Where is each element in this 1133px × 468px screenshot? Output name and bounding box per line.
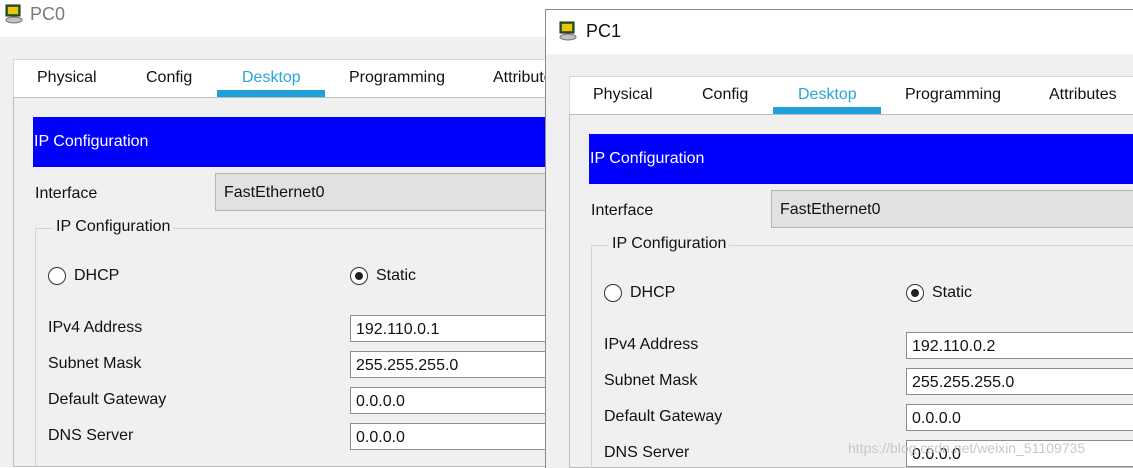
pc-icon <box>4 3 26 25</box>
tab-config[interactable]: Config <box>702 86 748 104</box>
static-radio[interactable] <box>350 267 368 285</box>
dhcp-radio[interactable] <box>604 284 622 302</box>
subnet-mask-input[interactable]: 255.255.255.0 <box>906 368 1133 395</box>
tab-desktop[interactable]: Desktop <box>798 86 857 104</box>
group-title: IP Configuration <box>53 218 174 236</box>
interface-select[interactable]: FastEthernet0 <box>771 190 1133 228</box>
tab-bar: Physical Config Desktop Programming Attr… <box>569 76 1133 115</box>
tab-config[interactable]: Config <box>146 69 192 87</box>
ipv4-address-input[interactable]: 192.110.0.1 <box>350 315 560 342</box>
desktop-content: IP Configuration Interface FastEthernet0… <box>13 97 560 467</box>
ipv4-address-label: IPv4 Address <box>48 319 143 336</box>
pc1-window: PC1 Physical Config Desktop Programming … <box>545 9 1133 468</box>
default-gateway-input[interactable]: 0.0.0.0 <box>350 387 560 414</box>
subnet-mask-label: Subnet Mask <box>604 372 698 389</box>
pc-icon <box>558 20 580 42</box>
tab-attributes[interactable]: Attributes <box>1049 86 1117 104</box>
interface-select[interactable]: FastEthernet0 <box>215 173 560 211</box>
tab-desktop[interactable]: Desktop <box>242 69 301 87</box>
window-title: PC0 <box>30 4 66 24</box>
ip-configuration-group: IP Configuration DHCP Static IPv4 Addres… <box>35 218 560 467</box>
tab-bar: Physical Config Desktop Programming Attr… <box>13 59 560 98</box>
static-option[interactable]: Static <box>350 267 416 285</box>
ipv4-address-label: IPv4 Address <box>604 336 699 353</box>
ip-configuration-banner: IP Configuration <box>33 117 560 167</box>
dhcp-label: DHCP <box>630 284 676 301</box>
default-gateway-label: Default Gateway <box>48 391 167 408</box>
window-title: PC1 <box>586 21 622 41</box>
tab-programming[interactable]: Programming <box>349 69 445 87</box>
static-label: Static <box>932 284 973 301</box>
subnet-mask-label: Subnet Mask <box>48 355 142 372</box>
default-gateway-input[interactable]: 0.0.0.0 <box>906 404 1133 431</box>
ip-configuration-banner: IP Configuration <box>589 134 1133 184</box>
subnet-mask-input[interactable]: 255.255.255.0 <box>350 351 560 378</box>
dhcp-option[interactable]: DHCP <box>604 284 675 302</box>
static-radio[interactable] <box>906 284 924 302</box>
dhcp-radio[interactable] <box>48 267 66 285</box>
dhcp-option[interactable]: DHCP <box>48 267 119 285</box>
interface-label: Interface <box>591 202 654 219</box>
dns-server-input[interactable]: 0.0.0.0 <box>350 423 560 450</box>
tab-programming[interactable]: Programming <box>905 86 1001 104</box>
tab-physical[interactable]: Physical <box>593 86 653 104</box>
pc1-titlebar: PC1 <box>546 10 1133 54</box>
default-gateway-label: Default Gateway <box>604 408 723 425</box>
dns-server-label: DNS Server <box>604 444 690 461</box>
static-option[interactable]: Static <box>906 284 972 302</box>
ip-configuration-group: IP Configuration DHCP Static IPv4 Addres… <box>591 235 1133 468</box>
dns-server-label: DNS Server <box>48 427 134 444</box>
pc0-window: PC0 Physical Config Desktop Programming … <box>0 0 560 467</box>
static-label: Static <box>376 267 417 284</box>
desktop-content: IP Configuration Interface FastEthernet0… <box>569 114 1133 468</box>
tab-physical[interactable]: Physical <box>37 69 97 87</box>
ipv4-address-input[interactable]: 192.110.0.2 <box>906 332 1133 359</box>
watermark: https://blog.csdn.net/weixin_51109735 <box>848 440 1086 456</box>
interface-label: Interface <box>35 185 98 202</box>
pc0-titlebar: PC0 <box>0 0 560 37</box>
dhcp-label: DHCP <box>74 267 120 284</box>
group-title: IP Configuration <box>609 235 730 253</box>
